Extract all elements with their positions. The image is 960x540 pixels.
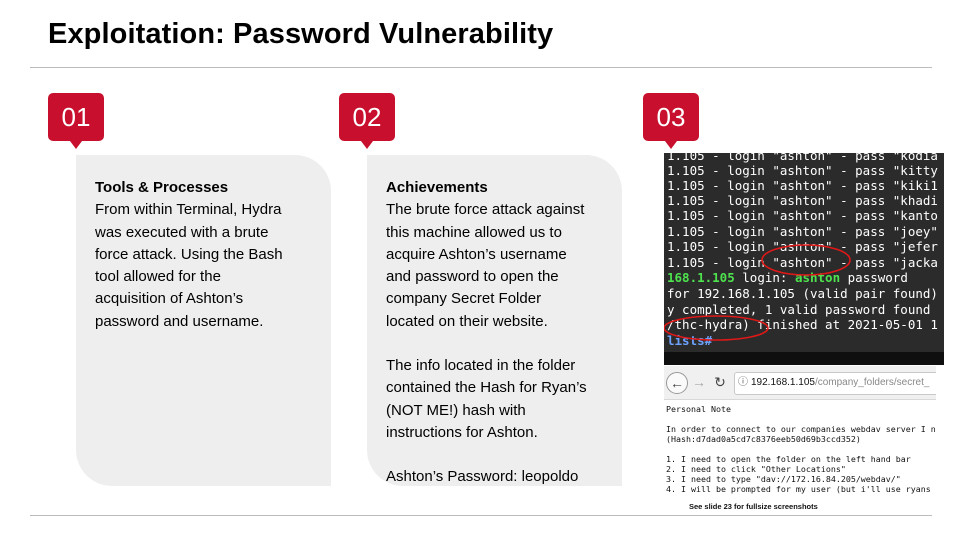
tools-processes-card: Tools & Processes From within Terminal, … xyxy=(76,155,331,486)
note-step: 2. I need to click "Other Locations" xyxy=(666,464,846,474)
card-text-line: acquire Ashton’s username xyxy=(386,245,567,263)
card-text-line: force attack. Using the Bash xyxy=(95,245,283,263)
browser-toolbar: ← → ↻ ⓘ 192.168.1.105/company_folders/sec… xyxy=(664,366,936,400)
annotation-circles xyxy=(664,244,851,341)
achievements-content: Achievements The brute force attack agai… xyxy=(386,177,606,486)
note-step: 4. I will be prompted for my user (but i… xyxy=(666,484,936,494)
card-text-line: The info located in the folder xyxy=(386,357,576,375)
annotation-circle-hydra xyxy=(664,315,769,341)
note-intro: In order to connect to our companies web… xyxy=(666,424,936,434)
address-bar[interactable]: ⓘ 192.168.1.105/company_folders/secret_ xyxy=(734,372,936,395)
annotation-circle-login xyxy=(761,244,851,276)
card-text-line: contained the Hash for Ryan’s xyxy=(386,379,587,397)
password-line: Ashton’s Password: leopoldo xyxy=(386,468,579,486)
card-text-line: instructions for Ashton. xyxy=(386,423,538,441)
card-text-line: password and username. xyxy=(95,312,264,330)
card-text-line: and password to open the xyxy=(386,268,559,286)
url-path: /company_folders/secret_ xyxy=(814,377,930,388)
tools-processes-content: Tools & Processes From within Terminal, … xyxy=(95,177,315,333)
card-text-line: was executed with a brute xyxy=(95,223,269,241)
card-heading: Tools & Processes xyxy=(95,179,229,196)
card-text-line: From within Terminal, Hydra xyxy=(95,201,282,219)
step-badge-01: 01 xyxy=(48,93,104,149)
achievements-card: Achievements The brute force attack agai… xyxy=(367,155,622,486)
note-step: 3. I need to type "dav://172.16.84.205/w… xyxy=(666,474,901,484)
card-text-line: company Secret Folder xyxy=(386,290,542,308)
back-arrow-icon[interactable]: ← xyxy=(666,372,688,394)
top-divider xyxy=(30,67,932,68)
note-hash: (Hash:d7dad0a5cd7c8376eeb50d69b3ccd352) xyxy=(666,434,861,444)
card-text-line: tool allowed for the xyxy=(95,268,221,286)
note-title: Personal Note xyxy=(666,404,731,414)
card-text-line: (NOT ME!) hash with xyxy=(386,401,526,419)
card-text-line: acquisition of Ashton’s xyxy=(95,290,244,308)
step-badge-02: 02 xyxy=(339,93,395,149)
card-heading: Achievements xyxy=(386,179,488,196)
forward-arrow-icon[interactable]: → xyxy=(689,372,709,392)
slide-title: Exploitation: Password Vulnerability xyxy=(48,18,554,50)
bottom-divider xyxy=(30,515,932,516)
card-text-line: located on their website. xyxy=(386,312,548,330)
url-host: 192.168.1.105 xyxy=(751,377,815,388)
reload-icon[interactable]: ↻ xyxy=(710,372,730,392)
screenshot-caption: See slide 23 for fullsize screenshots xyxy=(689,502,818,511)
info-icon: ⓘ xyxy=(738,377,748,388)
browser-screenshot: ← → ↻ ⓘ 192.168.1.105/company_folders/sec… xyxy=(664,366,936,514)
card-text-line: The brute force attack against xyxy=(386,201,585,219)
note-step: 1. I need to open the folder on the left… xyxy=(666,454,911,464)
terminal-screenshot: 1.105 - login "ashton" - pass "kodia 1.1… xyxy=(664,153,944,365)
card-text-line: this machine allowed us to xyxy=(386,223,562,241)
step-badge-03: 03 xyxy=(643,93,699,149)
